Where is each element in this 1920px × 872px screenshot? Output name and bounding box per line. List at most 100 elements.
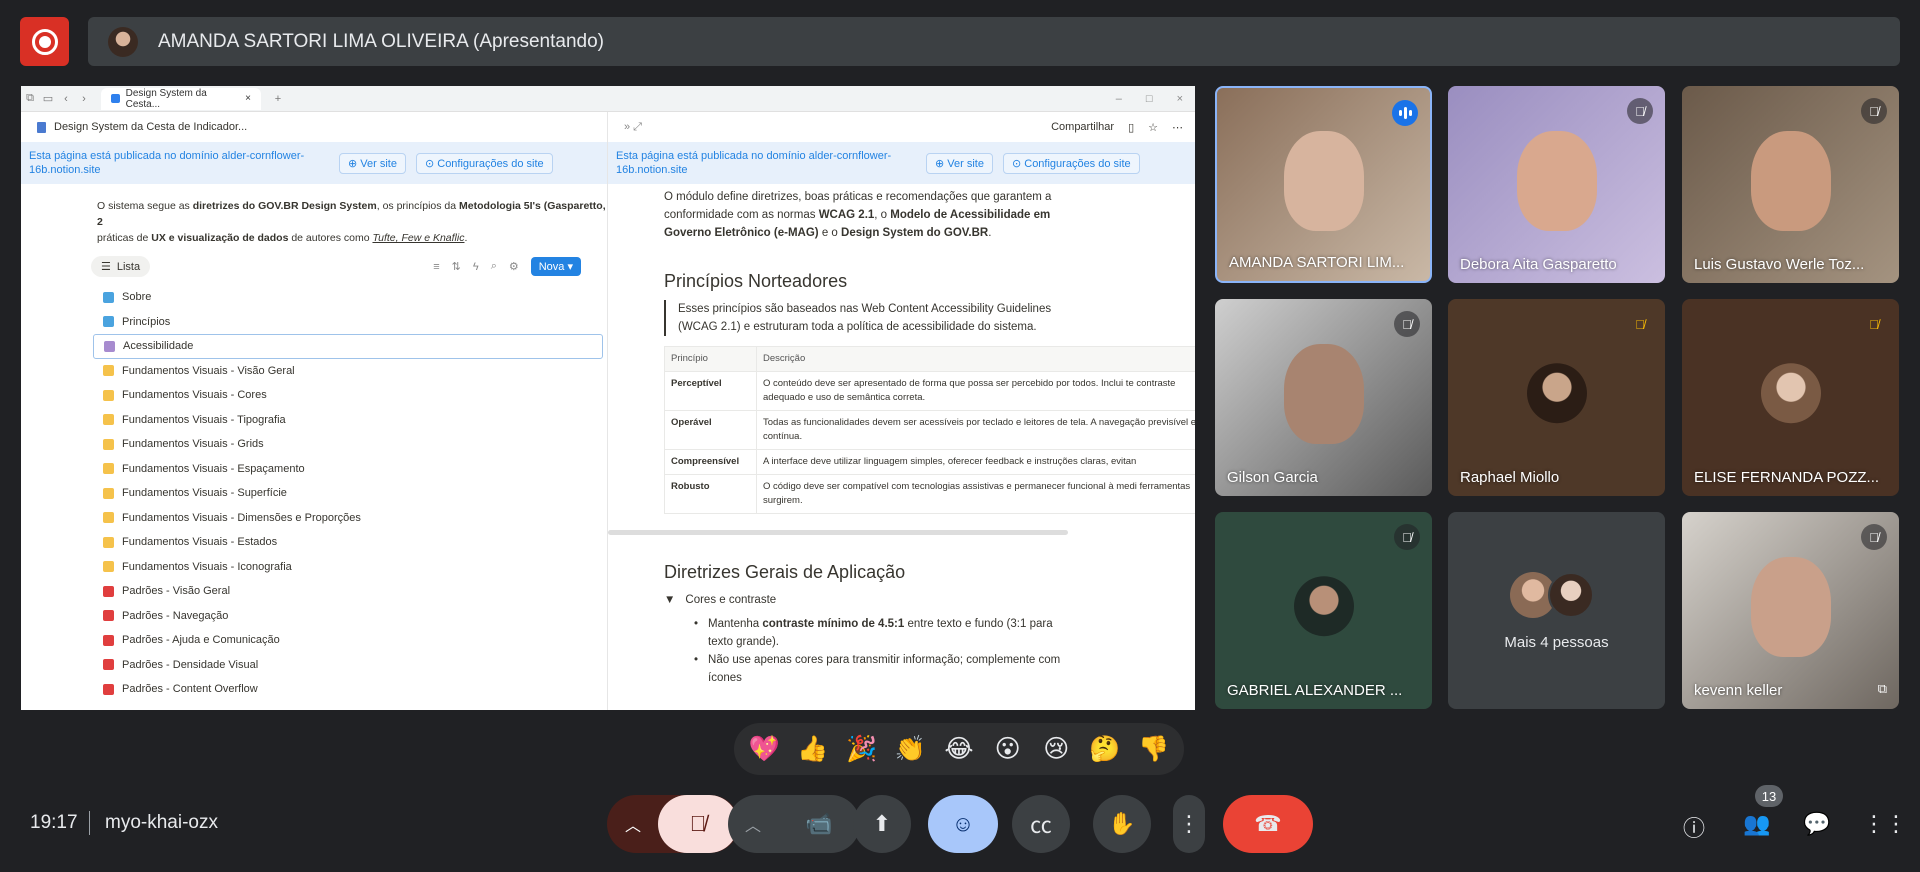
participant-tile-luis[interactable]: 🎙̸ Luis Gustavo Werle Toz... <box>1682 86 1899 283</box>
participant-video <box>1283 343 1364 444</box>
page-icon <box>103 389 114 401</box>
reaction-button[interactable]: 👎 <box>1134 735 1174 764</box>
browser-tab[interactable]: Design System da Cesta... × <box>101 87 261 110</box>
table-cell-key: Compreensível <box>664 449 757 475</box>
more-icon[interactable]: ⋯ <box>1172 121 1183 134</box>
reaction-button[interactable]: 👏 <box>890 735 930 764</box>
close-window-icon[interactable]: × <box>1177 93 1183 105</box>
people-icon[interactable]: 👥 <box>1743 811 1770 837</box>
table-cell-key: Perceptível <box>664 371 757 411</box>
page-icon <box>103 291 114 303</box>
page-list: Sobre Princípios Acessibilidade Fundamentos… <box>93 285 607 702</box>
reaction-button[interactable]: 💖 <box>744 735 784 764</box>
reaction-button[interactable]: 😢 <box>1036 734 1076 764</box>
view-site-button[interactable]: ⊕ Ver site <box>926 152 993 174</box>
list-item[interactable]: Padrões - Navegação <box>97 604 607 629</box>
leave-call-button[interactable]: ☎ <box>1223 795 1313 853</box>
breadcrumb[interactable]: Design System da Cesta de Indicador... <box>21 112 607 142</box>
list-item[interactable]: Padrões - Ajuda e Comunicação <box>97 628 607 653</box>
more-options-button[interactable]: ⋮ <box>1173 795 1205 853</box>
participant-tile-kevenn[interactable]: 🎙̸ kevenn keller ⧉ <box>1682 512 1899 709</box>
mic-off-icon: 🎙̸ <box>1627 98 1653 124</box>
list-item[interactable]: Padrões - Content Overflow <box>97 677 607 702</box>
list-item[interactable]: Fundamentos Visuais - Espaçamento <box>97 457 607 482</box>
new-tab-icon[interactable]: + <box>269 93 287 105</box>
participant-tile-debora[interactable]: 🎙̸ Debora Aita Gasparetto <box>1448 86 1665 283</box>
reaction-button[interactable]: 😮 <box>988 734 1028 764</box>
view-label: Lista <box>116 260 141 273</box>
sidebar-icon[interactable]: ▭ <box>39 92 57 105</box>
more-participants-label: Mais 4 pessoas <box>1504 634 1609 651</box>
list-item[interactable]: Fundamentos Visuais - Grids <box>97 432 607 457</box>
tab-actions-icon[interactable]: ⧉ <box>21 92 39 105</box>
participant-tile-gilson[interactable]: 🎙̸ Gilson Garcia <box>1215 299 1432 496</box>
list-item[interactable]: Sobre <box>97 285 607 310</box>
forward-icon[interactable]: › <box>75 93 93 105</box>
participant-name: GABRIEL ALEXANDER ... <box>1227 682 1403 699</box>
list-item[interactable]: Fundamentos Visuais - Iconografia <box>97 555 607 580</box>
list-item[interactable]: Fundamentos Visuais - Cores <box>97 383 607 408</box>
document-body: O módulo define diretrizes, boas prática… <box>608 184 1195 687</box>
reaction-button[interactable]: 🤔 <box>1085 735 1125 764</box>
close-tab-icon[interactable]: × <box>245 93 251 104</box>
page-icon <box>103 438 114 450</box>
captions-button[interactable]: ㏄ <box>1012 795 1070 853</box>
site-settings-label: Configurações do site <box>1024 157 1131 170</box>
share-button[interactable]: Compartilhar <box>1051 121 1114 133</box>
layout-icon[interactable]: ▯ <box>1128 121 1134 134</box>
reaction-button[interactable]: 🎉 <box>842 735 882 764</box>
camera-button[interactable]: 📹 <box>778 811 860 837</box>
more-participants-tile[interactable]: Mais 4 pessoas <box>1448 512 1665 709</box>
sort-icon[interactable]: ⇅ <box>452 260 461 273</box>
mic-toggle-button[interactable]: 🎙̸ <box>658 795 738 853</box>
page-icon <box>103 561 114 573</box>
emoji-button[interactable]: ☺ <box>928 795 998 853</box>
present-button[interactable]: ⬆ <box>853 795 911 853</box>
back-icon[interactable]: ‹ <box>57 93 75 105</box>
recording-button[interactable] <box>20 17 69 66</box>
raise-hand-button[interactable]: ✋ <box>1093 795 1151 853</box>
search-icon[interactable]: ⌕ <box>491 260 497 273</box>
mic-off-icon: 🎙̸ <box>689 811 707 836</box>
participant-tile-gabriel[interactable]: 🎙̸ GABRIEL ALEXANDER ... <box>1215 512 1432 709</box>
toggle-arrow-icon[interactable]: ▼ <box>664 591 675 609</box>
participant-video <box>1750 130 1831 231</box>
participant-tile-raphael[interactable]: 🎙̸ Raphael Miollo <box>1448 299 1665 496</box>
new-button[interactable]: Nova ▾ <box>530 257 581 276</box>
list-item[interactable]: Fundamentos Visuais - Dimensões e Propor… <box>97 506 607 531</box>
chat-icon[interactable]: 💬 <box>1803 811 1830 837</box>
present-screen-icon: ⬆ <box>872 811 892 836</box>
reaction-button[interactable]: 👍 <box>793 735 833 764</box>
view-tab-list[interactable]: ☰ Lista <box>91 256 151 277</box>
info-icon[interactable]: ⓘ <box>1683 811 1705 843</box>
settings-icon[interactable]: ⚙ <box>509 260 519 273</box>
participant-tile-amanda[interactable]: AMANDA SARTORI LIM... <box>1215 86 1432 283</box>
automation-icon[interactable]: ϟ <box>473 261 479 273</box>
collapse-icon[interactable]: » ⤢ <box>624 121 642 134</box>
maximize-icon[interactable]: □ <box>1146 93 1153 105</box>
list-item[interactable]: Fundamentos Visuais - Visão Geral <box>97 359 607 384</box>
site-settings-button[interactable]: ⊙ Configurações do site <box>1002 152 1140 174</box>
view-site-button[interactable]: ⊕ Ver site <box>339 152 406 174</box>
page-icon <box>103 610 114 622</box>
list-item[interactable]: Fundamentos Visuais - Tipografia <box>97 408 607 433</box>
list-item[interactable]: Fundamentos Visuais - Superfície <box>97 481 607 506</box>
activities-icon[interactable]: ⋮⋮ <box>1863 811 1907 837</box>
list-item[interactable]: Fundamentos Visuais - Estados <box>97 530 607 555</box>
favorite-icon[interactable]: ☆ <box>1148 121 1158 134</box>
site-settings-button[interactable]: ⊙ Configurações do site <box>415 152 553 174</box>
list-item[interactable]: Padrões - Visão Geral <box>97 579 607 604</box>
reaction-button[interactable]: 😂 <box>939 734 979 764</box>
picture-in-picture-icon[interactable]: ⧉ <box>1878 681 1887 697</box>
toggle-block[interactable]: ▼ Cores e contraste <box>664 591 1078 609</box>
table-cell-key: Robusto <box>664 474 757 514</box>
horizontal-scrollbar[interactable] <box>608 530 1068 535</box>
list-item[interactable]: Padrões - Densidade Visual <box>97 653 607 678</box>
chevron-up-icon[interactable]: ︿ <box>608 812 658 836</box>
chevron-up-icon[interactable]: ︿ <box>728 812 778 836</box>
filter-icon[interactable]: ≡ <box>433 261 439 273</box>
list-item[interactable]: Acessibilidade <box>93 334 603 359</box>
participant-tile-elise[interactable]: 🎙̸ ELISE FERNANDA POZZ... <box>1682 299 1899 496</box>
minimize-icon[interactable]: – <box>1116 93 1122 105</box>
list-item[interactable]: Princípios <box>97 310 607 335</box>
